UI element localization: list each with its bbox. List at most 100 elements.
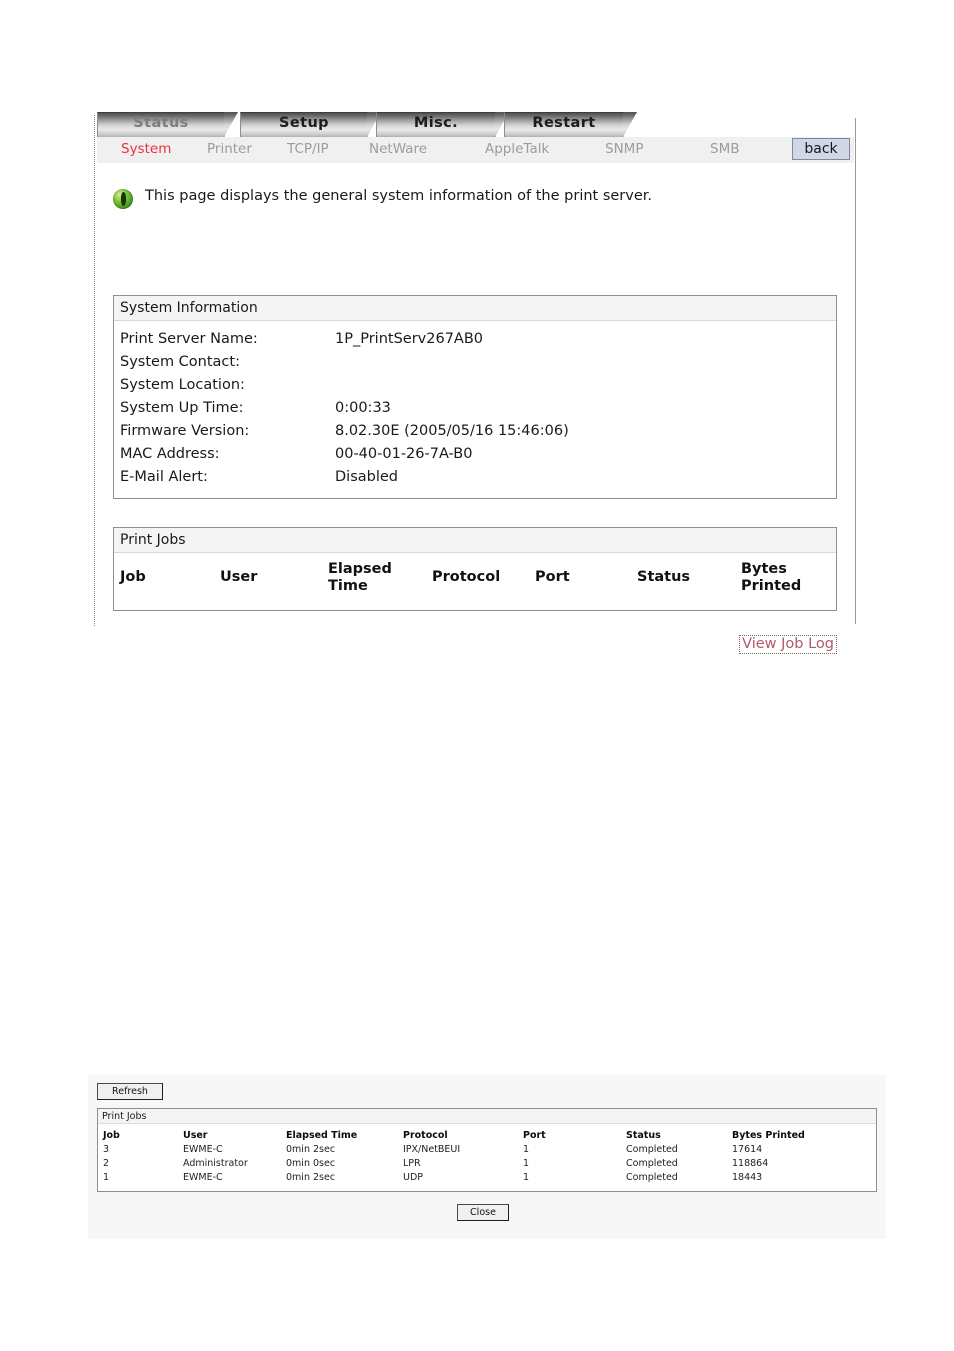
job-log-cell-port: 1 [523,1144,530,1155]
print-server-web-ui: Status Setup Misc. Restart back System Print… [94,112,856,654]
sub-nav-item-netware[interactable]: NetWare [369,141,427,157]
job-log-column-job: Job [103,1130,120,1141]
sub-nav-item-appletalk[interactable]: AppleTalk [485,141,549,157]
system-info-row: System Up Time: 0:00:33 [120,400,836,423]
system-info-label: E-Mail Alert: [120,469,208,485]
system-info-row: Print Server Name: 1P_PrintServ267AB0 [120,331,836,354]
main-tab-restart[interactable]: Restart [504,112,637,137]
job-log-cell-bytes: 118864 [732,1158,769,1169]
system-info-value: 1P_PrintServ267AB0 [335,331,484,347]
job-log-cell-user: EWME-C [183,1144,223,1155]
sub-nav-item-smb[interactable]: SMB [710,141,739,157]
print-jobs-column-protocol: Protocol [432,569,501,585]
print-jobs-header-row: Job User Elapsed Time Protocol Port Status Byte… [114,553,836,609]
job-log-cell-user: EWME-C [183,1172,223,1183]
column-label-line: Time [328,578,368,594]
system-information-title: System Information [114,296,836,321]
job-log-cell-job: 2 [103,1158,110,1169]
job-log-column-elapsed-time: Elapsed Time [286,1130,358,1141]
system-info-label: MAC Address: [120,446,220,462]
green-bullet-icon [113,189,133,209]
main-tab-strip: Status Setup Misc. Restart [97,112,854,140]
job-log-cell-job: 1 [103,1172,110,1183]
system-info-value: Disabled [335,469,398,485]
job-log-header-row: Job User Elapsed Time Protocol Port Status Byt… [98,1130,876,1144]
job-log-column-bytes-printed: Bytes Printed [732,1130,805,1141]
job-log-cell-protocol: IPX/NetBEUI [403,1144,461,1155]
system-info-row: Firmware Version: 8.02.30E (2005/05/16 15… [120,423,836,446]
system-info-value: 8.02.30E (2005/05/16 15:46:06) [335,423,569,439]
system-information-rows: Print Server Name: 1P_PrintServ267AB0 Syst… [114,321,836,492]
system-info-label: System Up Time: [120,400,244,416]
job-log-cell-status: Completed [626,1158,678,1169]
print-jobs-column-status: Status [637,569,691,585]
job-log-cell-user: Administrator [183,1158,248,1169]
tab-slant-edge [224,112,238,137]
job-log-cell-protocol: UDP [403,1172,423,1183]
main-tab-label: Restart [532,115,596,131]
print-jobs-title: Print Jobs [114,528,836,553]
sub-nav-item-snmp[interactable]: SNMP [605,141,643,157]
print-jobs-column-job: Job [120,569,146,585]
job-log-row: 3 EWME-C 0min 2sec IPX/NetBEUI 1 Completed 176… [98,1144,876,1158]
print-jobs-panel: Print Jobs Job User Elapsed Time Protocol Por… [113,527,837,611]
intro-row: This page displays the general system in… [113,188,833,214]
job-log-cell-status: Completed [626,1172,678,1183]
job-log-row: 1 EWME-C 0min 2sec UDP 1 Completed 18443 [98,1172,876,1186]
job-log-cell-status: Completed [626,1144,678,1155]
system-info-value: 00-40-01-26-7A-B0 [335,446,473,462]
job-log-column-user: User [183,1130,208,1141]
scan-edge-rule-right [855,118,856,624]
system-info-row: E-Mail Alert: Disabled [120,469,836,492]
system-information-panel: System Information Print Server Name: 1P_… [113,295,837,499]
print-jobs-column-bytes-printed: Bytes Printed [741,561,801,595]
job-log-row: 2 Administrator 0min 0sec LPR 1 Completed 1188… [98,1158,876,1172]
system-info-label: Firmware Version: [120,423,250,439]
main-tab-misc[interactable]: Misc. [376,112,509,137]
column-label-line: Elapsed [328,561,392,577]
system-info-row: System Location: [120,377,836,400]
system-info-value: 0:00:33 [335,400,391,416]
job-log-table: Job User Elapsed Time Protocol Port Status Byt… [98,1130,876,1186]
print-jobs-column-elapsed-time: Elapsed Time [328,561,392,595]
job-log-column-protocol: Protocol [403,1130,448,1141]
refresh-button[interactable]: Refresh [97,1083,163,1100]
back-button[interactable]: back [792,138,850,160]
sub-nav-item-printer[interactable]: Printer [207,141,252,157]
job-log-cell-job: 3 [103,1144,110,1155]
system-info-row: System Contact: [120,354,836,377]
close-button[interactable]: Close [457,1204,509,1221]
job-log-cell-port: 1 [523,1172,530,1183]
main-tab-label: Setup [279,115,329,131]
job-log-popup-window: Refresh Print Jobs Job User Elapsed Time Pr… [88,1075,886,1239]
job-log-column-port: Port [523,1130,546,1141]
job-log-cell-elapsed: 0min 2sec [286,1144,336,1155]
column-label-line: Bytes [741,561,787,577]
tab-slant-edge [623,112,637,137]
main-tab-label: Status [133,115,189,131]
main-tab-status[interactable]: Status [97,112,238,137]
print-jobs-column-user: User [220,569,258,585]
job-log-panel-title: Print Jobs [98,1109,876,1124]
intro-text: This page displays the general system in… [145,188,653,204]
scan-edge-rule-left [94,115,95,626]
column-label-line: Printed [741,578,802,594]
main-tab-setup[interactable]: Setup [240,112,381,137]
job-log-cell-bytes: 17614 [732,1144,763,1155]
system-info-label: System Contact: [120,354,240,370]
page-body: This page displays the general system in… [97,163,854,654]
sub-nav-item-system[interactable]: System [121,141,171,157]
view-job-log-link[interactable]: View Job Log [739,635,837,654]
job-log-cell-elapsed: 0min 2sec [286,1172,336,1183]
job-log-cell-port: 1 [523,1158,530,1169]
main-tab-label: Misc. [413,115,459,131]
sub-nav-item-tcpip[interactable]: TCP/IP [287,141,329,157]
system-info-label: Print Server Name: [120,331,258,347]
job-log-cell-bytes: 18443 [732,1172,763,1183]
job-log-column-status: Status [626,1130,661,1141]
job-log-cell-elapsed: 0min 0sec [286,1158,336,1169]
print-jobs-column-port: Port [535,569,570,585]
sub-navigation-bar: back System Printer TCP/IP NetWare AppleTalk… [97,137,854,164]
system-info-row: MAC Address: 00-40-01-26-7A-B0 [120,446,836,469]
job-log-panel: Print Jobs Job User Elapsed Time Protocol Po… [97,1108,877,1192]
